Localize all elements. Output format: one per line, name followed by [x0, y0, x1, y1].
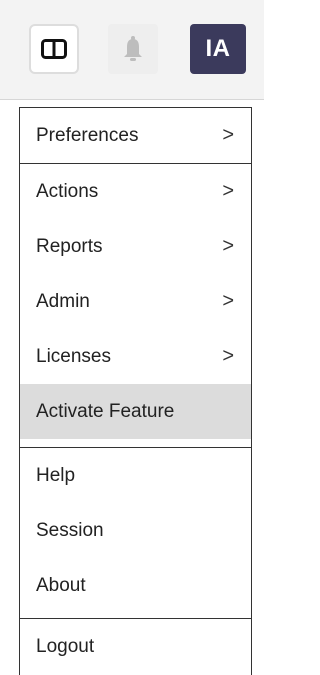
chevron-right-icon: > [222, 235, 234, 257]
user-dropdown-menu: Preferences > Actions > Reports > Admin … [19, 107, 252, 675]
menu-item-actions[interactable]: Actions > [20, 164, 251, 219]
menu-item-label: Actions [36, 181, 99, 202]
menu-item-label: Preferences [36, 125, 139, 146]
menu-item-preferences[interactable]: Preferences > [20, 108, 251, 163]
split-panel-icon [41, 39, 67, 59]
chevron-right-icon: > [222, 180, 234, 202]
toggle-panel-button[interactable] [29, 24, 79, 74]
chevron-right-icon: > [222, 124, 234, 146]
menu-item-reports[interactable]: Reports > [20, 219, 251, 274]
menu-item-logout[interactable]: Logout [20, 619, 251, 674]
menu-item-label: Session [36, 520, 104, 541]
menu-item-label: Activate Feature [36, 401, 175, 422]
menu-item-label: Admin [36, 291, 90, 312]
chevron-right-icon: > [222, 345, 234, 367]
menu-item-about[interactable]: About [20, 558, 251, 613]
menu-item-label: Logout [36, 636, 95, 657]
menu-item-label: Help [36, 465, 76, 486]
top-toolbar: IA [0, 0, 264, 100]
menu-item-activate-feature[interactable]: Activate Feature [20, 384, 251, 439]
menu-item-help[interactable]: Help [20, 448, 251, 503]
menu-item-label: Reports [36, 236, 103, 257]
notifications-button[interactable] [108, 24, 158, 74]
user-avatar-button[interactable]: IA [190, 24, 246, 74]
menu-item-label: Licenses [36, 346, 111, 367]
menu-item-admin[interactable]: Admin > [20, 274, 251, 329]
menu-item-label: About [36, 575, 86, 596]
menu-item-session[interactable]: Session [20, 503, 251, 558]
menu-item-licenses[interactable]: Licenses > [20, 329, 251, 384]
bell-icon [124, 36, 142, 61]
chevron-right-icon: > [222, 290, 234, 312]
